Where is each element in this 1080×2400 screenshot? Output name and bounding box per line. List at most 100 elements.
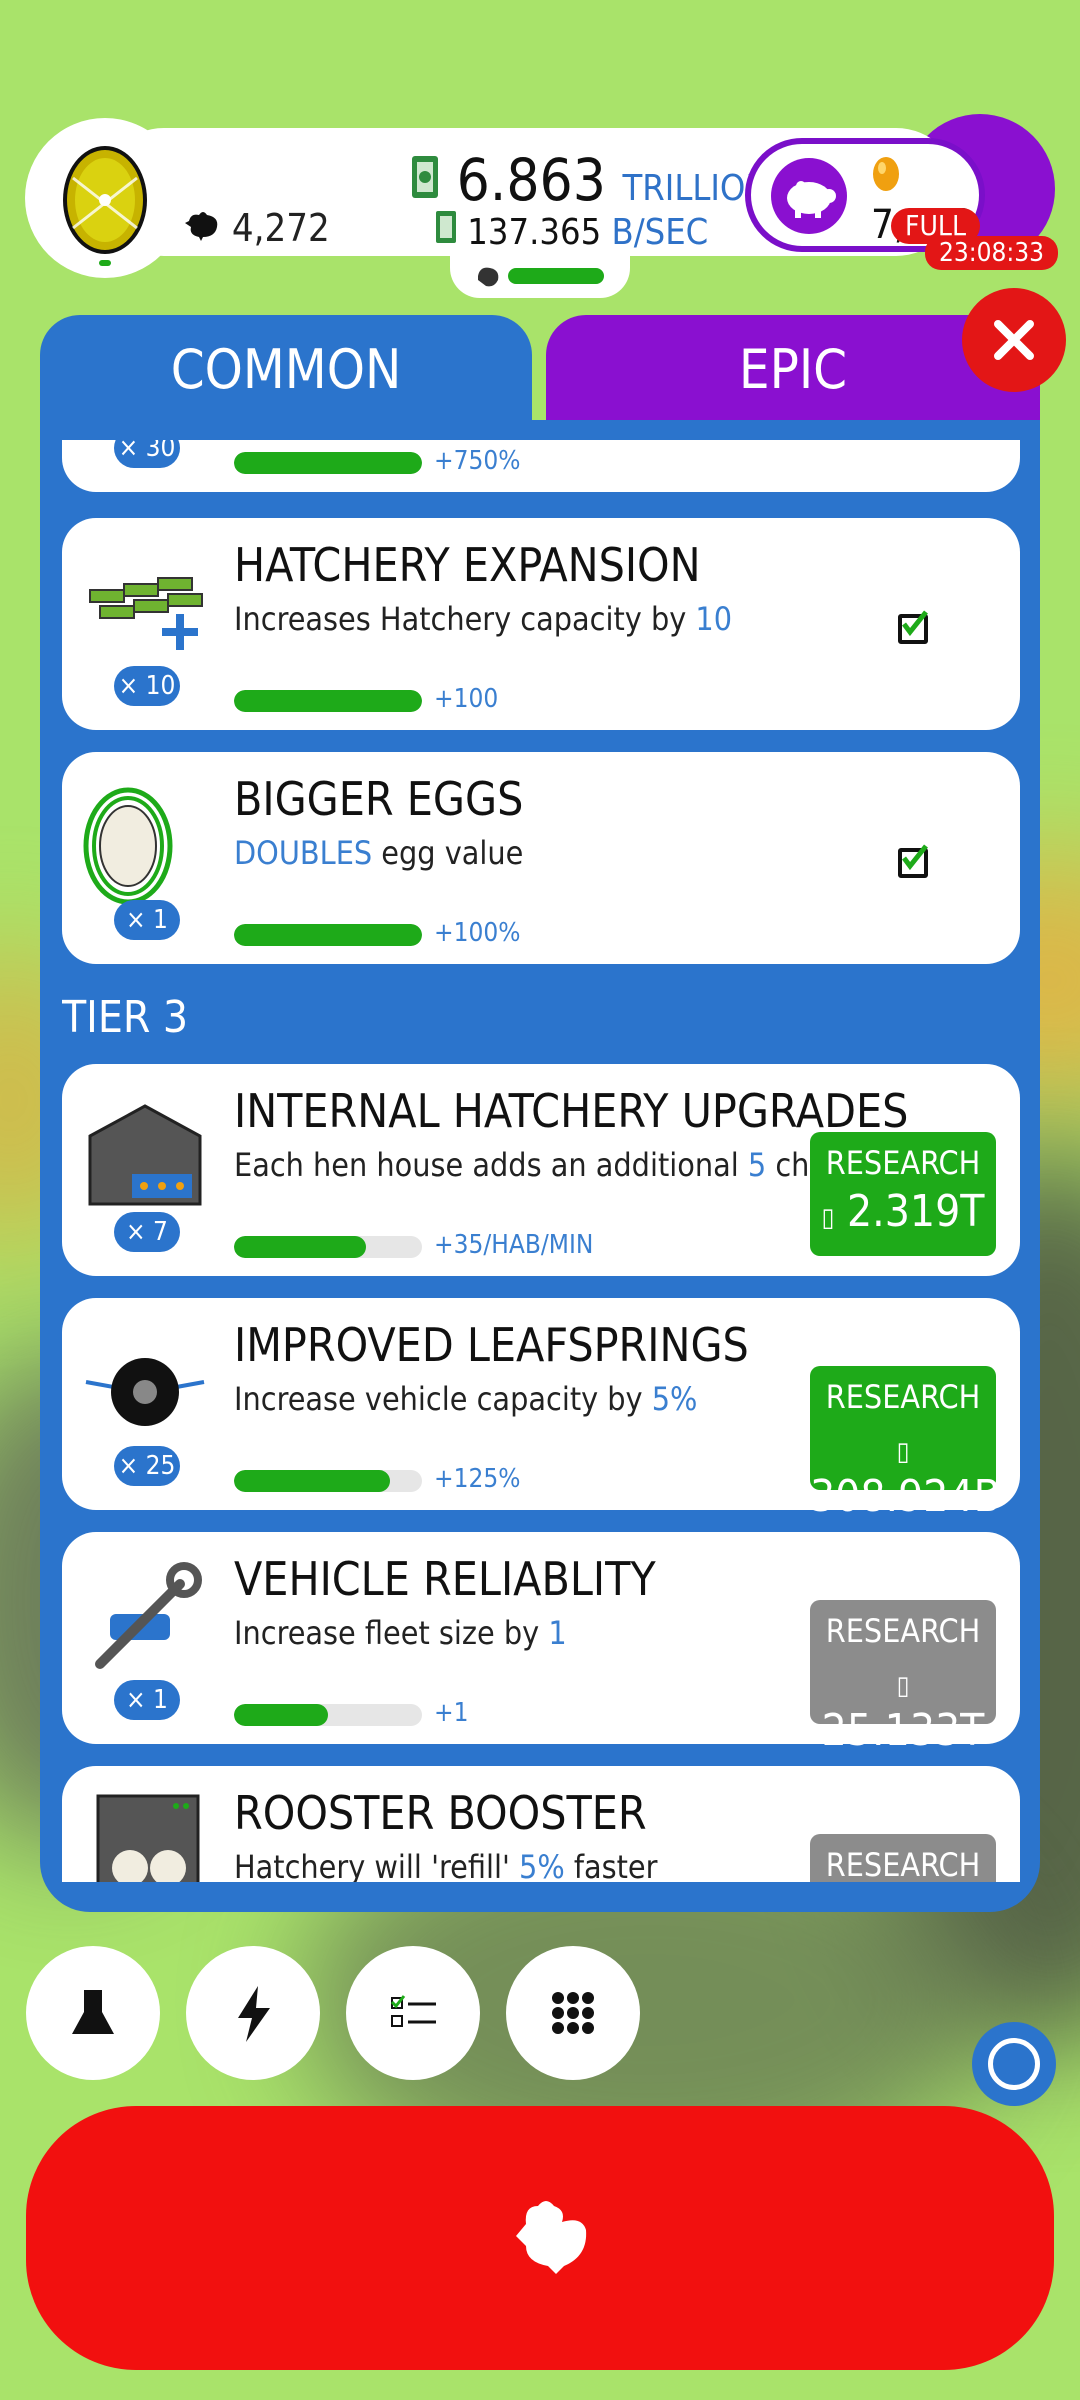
missions-nav-button[interactable] [346,1946,480,2080]
checklist-icon [390,1995,436,2027]
cash-icon: ▯ [896,1671,910,1701]
rate-value: 137.365 [467,212,602,253]
research-progress-track [234,452,422,474]
research-button-label: RESEARCH [825,1144,981,1182]
tab-common-label: COMMON [170,338,402,401]
research-bonus: +125% [434,1464,521,1494]
hatchery-progress [450,256,630,298]
top-status-bar: 4,272 6.863 TRILLION 137.365 B/SEC 7,718… [25,114,1059,278]
research-button[interactable]: RESEARCH [810,1834,996,1882]
research-description: Increases Hatchery capacity by 10 [234,600,733,638]
hatchery-progress-bar [508,268,604,284]
research-count-badge: × 10 [114,666,180,706]
close-button[interactable] [962,288,1066,392]
overlay-circle-button[interactable] [972,2022,1056,2106]
research-card-hatchery-expansion: × 10 HATCHERY EXPANSION Increases Hatche… [62,518,1020,730]
research-bonus: +1 [434,1698,469,1728]
glowing-egg-icon [63,146,147,266]
research-button-label: RESEARCH [825,1612,981,1650]
research-title: ROOSTER BOOSTER [234,1786,647,1840]
research-title: HATCHERY EXPANSION [234,538,701,592]
research-title: IMPROVED LEAFSPRINGS [234,1318,749,1372]
chicken-icon [185,206,232,250]
income-rate: 137.365 B/SEC [435,210,708,253]
research-count-badge: × 1 [114,1680,180,1720]
lightning-icon [238,1986,270,2042]
research-panel: × 30 +750% × 10 HATCHERY EXPANSION Incre… [40,420,1040,1912]
research-button[interactable]: RESEARCH ▯ 25.133T [810,1600,996,1756]
research-description: Hatchery will 'refill' 5% faster [234,1848,658,1882]
boost-nav-button[interactable] [186,1946,320,2080]
research-card-partial: × 30 +750% [62,440,1020,492]
golden-egg-icon [871,156,901,202]
flask-icon [72,1990,114,2034]
timer-badge: 23:08:33 [925,236,1059,270]
research-progress-fill [234,690,422,712]
research-progress-fill [234,924,422,946]
research-price: ▯ 308.924B [810,1437,1001,1522]
research-bonus: +750% [434,446,521,476]
research-bonus: +100% [434,918,521,948]
research-progress-fill [234,1236,366,1258]
research-nav-button[interactable] [26,1946,160,2080]
research-title: VEHICLE RELIABLITY [234,1552,656,1606]
research-title: BIGGER EGGS [234,772,524,826]
chicken-count-value: 4,272 [231,206,330,250]
research-button[interactable]: RESEARCH ▯ 2.319T [810,1132,996,1256]
research-card-vehicle-reliability: × 1 VEHICLE RELIABLITY Increase fleet si… [62,1532,1020,1756]
research-button-label: RESEARCH [825,1378,981,1416]
research-price: ▯ 2.319T [821,1186,985,1237]
research-title: INTERNAL HATCHERY UPGRADES [234,1084,909,1138]
research-progress-track [234,1236,422,1258]
research-bonus: +35/HAB/MIN [434,1230,594,1260]
cash-icon: ▯ [821,1203,835,1233]
research-button[interactable]: RESEARCH ▯ 308.924B [810,1366,1001,1522]
research-description: Increase fleet size by 1 [234,1614,567,1652]
research-progress-fill [234,1704,328,1726]
chick-icon [474,262,502,294]
close-icon [994,320,1034,360]
wheel-icon [80,1320,210,1450]
tab-epic-label: EPIC [738,338,848,401]
completed-check-icon [898,844,928,878]
research-bonus: +100 [434,684,499,714]
research-count-badge: × 7 [114,1212,180,1252]
rooster-booster-icon [80,1788,210,1882]
completed-check-icon [898,610,928,644]
money-value: 6.863 [456,146,606,214]
research-progress-track [234,1470,422,1492]
chicken-icon [516,2201,587,2274]
piggy-bank-icon [771,158,847,234]
menu-nav-button[interactable] [506,1946,640,2080]
research-card-internal-hatchery: × 7 INTERNAL HATCHERY UPGRADES Each hen … [62,1064,1020,1276]
research-card-bigger-eggs: × 1 BIGGER EGGS DOUBLES egg value +100% [62,752,1020,964]
soul-egg-button[interactable] [25,118,185,278]
research-list[interactable]: × 30 +750% × 10 HATCHERY EXPANSION Incre… [62,440,1020,1882]
hen-house-icon [80,1086,210,1216]
research-description: DOUBLES egg value [234,834,524,872]
chicken-count: 4,272 [185,206,330,250]
money-display: 6.863 TRILLION [410,146,770,214]
research-description: Increase vehicle capacity by 5% [234,1380,698,1418]
circle-icon [988,2038,1040,2090]
piggy-bank-button[interactable]: 7,718 FULL [745,138,985,252]
research-progress-track [234,1704,422,1726]
egg-icon [80,774,210,905]
research-price: ▯ 25.133T [821,1671,985,1756]
tier-heading: TIER 3 [62,992,189,1043]
research-progress-fill [234,452,422,474]
research-count-badge: × 1 [114,900,180,940]
research-count-badge: × 30 [114,440,180,468]
cash-icon [410,146,457,214]
rate-unit: B/SEC [611,212,709,253]
hatchery-expansion-icon [80,540,210,670]
hatch-chicken-button[interactable] [26,2106,1054,2370]
research-count-badge: × 25 [114,1446,180,1486]
cash-icon [435,211,467,253]
research-progress-track [234,690,422,712]
research-card-improved-leafsprings: × 25 IMPROVED LEAFSPRINGS Increase vehic… [62,1298,1020,1522]
grid-icon [552,1992,594,2034]
wrench-icon [80,1554,210,1684]
research-progress-fill [234,1470,391,1492]
research-button-label: RESEARCH [825,1846,981,1882]
